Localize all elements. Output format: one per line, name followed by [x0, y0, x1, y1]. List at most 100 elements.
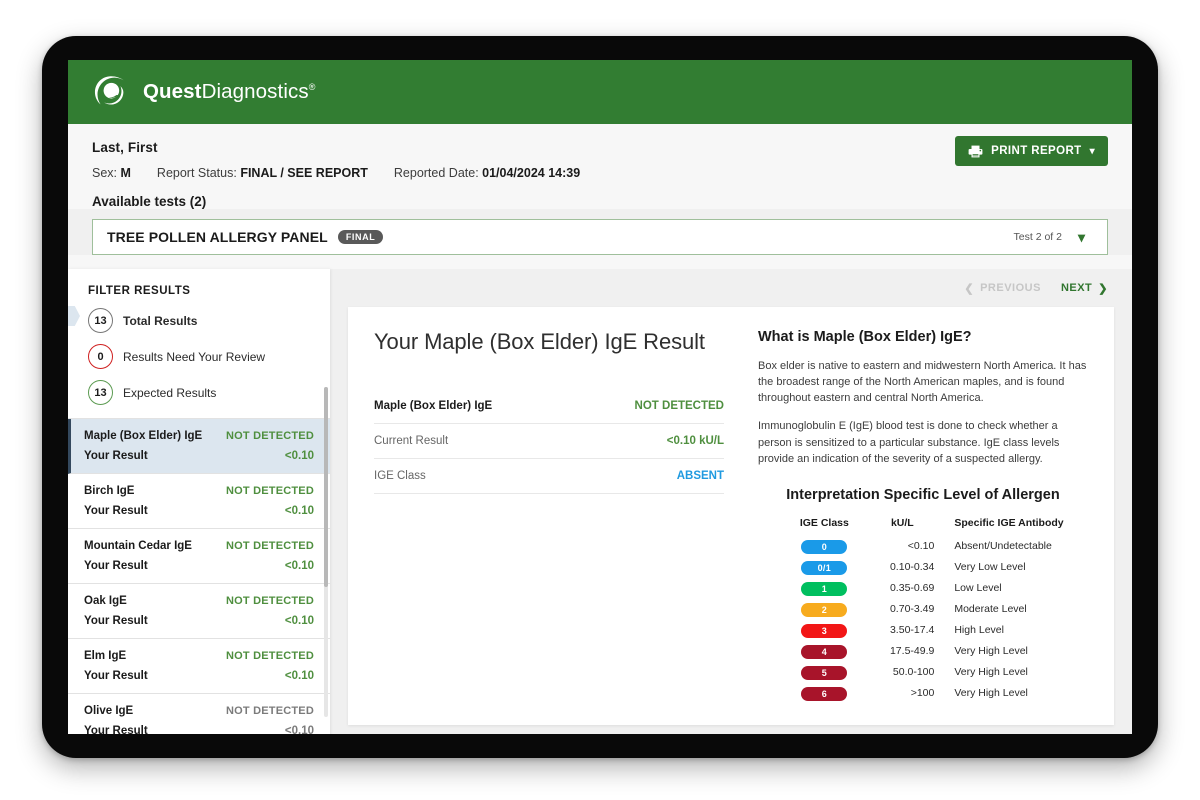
result-analyte-name: Oak IgE [84, 595, 127, 607]
result-summary-column: Your Maple (Box Elder) IgE Result Maple … [374, 329, 748, 725]
print-report-label: PRINT REPORT [991, 145, 1082, 157]
test-selector-right: Test 2 of 2 ▾ [1014, 229, 1093, 246]
table-header-row: IGE Class kU/L Specific IGE Antibody [782, 516, 1064, 536]
antibody-level-cell: Low Level [954, 582, 1002, 595]
antibody-level-cell: Very Low Level [954, 561, 1026, 574]
reported-date: Reported Date: 01/04/2024 14:39 [394, 166, 580, 180]
content-area: FILTER RESULTS 13 Total Results 0 Result… [68, 269, 1132, 734]
column-header-antibody: Specific IGE Antibody [954, 516, 1064, 529]
list-item[interactable]: Oak IgE NOT DETECTED Your Result <0.10 [68, 584, 330, 639]
spacer [68, 255, 1132, 269]
result-value: <0.10 [284, 725, 314, 734]
kul-range-cell: <0.10 [907, 540, 935, 553]
ige-class-cell: 5 [782, 662, 866, 683]
ige-class-pill: 0/1 [801, 561, 848, 575]
result-value: <0.10 [284, 505, 314, 517]
your-result-label: Your Result [84, 505, 148, 517]
sidebar-scrollbar-thumb[interactable] [324, 387, 328, 587]
result-value: <0.10 [284, 450, 314, 462]
list-item[interactable]: Olive IgE NOT DETECTED Your Result <0.10 [68, 694, 330, 734]
table-row: 3 3.50-17.4 High Level [782, 620, 1063, 641]
filter-count-badge: 13 [88, 308, 113, 333]
tablet-screen: QuestDiagnostics® Last, First Sex: M Rep… [68, 60, 1132, 734]
ige-class-cell: 3 [782, 620, 866, 641]
table-row: 1 0.35-0.69 Low Level [782, 578, 1063, 599]
column-header-kul: kU/L [890, 516, 914, 529]
result-analyte-name: Birch IgE [84, 485, 135, 497]
result-value-line: Your Result <0.10 [84, 560, 314, 572]
list-item[interactable]: Elm IgE NOT DETECTED Your Result <0.10 [68, 639, 330, 694]
result-detail-card: Your Maple (Box Elder) IgE Result Maple … [348, 307, 1114, 725]
result-value: <0.10 [284, 615, 314, 627]
detail-value: <0.10 kU/L [666, 435, 724, 447]
quest-swirl-logo-icon [94, 76, 124, 105]
list-item[interactable]: Birch IgE NOT DETECTED Your Result <0.10 [68, 474, 330, 529]
result-value: <0.10 [284, 560, 314, 572]
next-button[interactable]: NEXT ❯ [1061, 282, 1108, 295]
chevron-down-icon: ▾ [1089, 145, 1095, 157]
ige-class-pill: 1 [801, 582, 848, 596]
filter-row-expected-results[interactable]: 13 Expected Results [68, 380, 330, 405]
previous-label: PREVIOUS [980, 282, 1041, 294]
kul-range-cell: 3.50-17.4 [889, 624, 935, 637]
filter-label: Results Need Your Review [123, 349, 266, 364]
list-item[interactable]: Mountain Cedar IgE NOT DETECTED Your Res… [68, 529, 330, 584]
chevron-down-icon[interactable]: ▾ [1078, 229, 1085, 246]
result-header-line: Oak IgE NOT DETECTED [84, 595, 314, 607]
report-status: Report Status: FINAL / SEE REPORT [157, 166, 368, 180]
printer-icon [968, 145, 983, 158]
page-title: Your Maple (Box Elder) IgE Result [374, 329, 705, 354]
filter-results-title: FILTER RESULTS [88, 285, 191, 297]
test-selector-dropdown[interactable]: TREE POLLEN ALLERGY PANEL FINAL Test 2 o… [92, 219, 1108, 255]
result-value-line: Your Result <0.10 [84, 505, 314, 517]
ige-class-pill: 3 [801, 624, 848, 638]
result-value-line: Your Result <0.10 [84, 670, 314, 682]
ige-class-pill: 6 [801, 687, 848, 701]
result-flag: NOT DETECTED [226, 705, 314, 717]
test-selector-name: TREE POLLEN ALLERGY PANEL [107, 229, 328, 245]
table-row: 0/1 0.10-0.34 Very Low Level [782, 557, 1063, 578]
chevron-left-icon: ❮ [964, 282, 975, 295]
filter-row-needs-review[interactable]: 0 Results Need Your Review [68, 344, 330, 369]
interpretation-table: IGE Class kU/L Specific IGE Antibody 0 <0… [782, 516, 1064, 704]
result-analyte-name: Maple (Box Elder) IgE [84, 430, 203, 442]
result-value-line: Your Result <0.10 [84, 615, 314, 627]
available-tests-label: Available tests (2) [92, 194, 207, 209]
kul-range-cell: 50.0-100 [892, 666, 935, 679]
column-header-ige-class: IGE Class [799, 516, 849, 529]
tablet-device-frame: QuestDiagnostics® Last, First Sex: M Rep… [42, 36, 1158, 758]
brand-header: QuestDiagnostics® [68, 60, 1132, 124]
result-flag: NOT DETECTED [226, 650, 314, 662]
previous-button[interactable]: ❮ PREVIOUS [964, 282, 1041, 295]
interpretation-table-body: 0 <0.10 Absent/Undetectable 0/1 0.10-0.34 Ver… [782, 536, 1063, 704]
result-analyte-name: Olive IgE [84, 705, 134, 717]
filter-label: Total Results [123, 313, 198, 328]
table-row: 5 50.0-100 Very High Level [782, 662, 1063, 683]
ige-class-cell: 0/1 [782, 557, 866, 578]
list-item[interactable]: Maple (Box Elder) IgE NOT DETECTED Your … [68, 419, 330, 474]
table-row: 6 >100 Very High Level [782, 683, 1063, 704]
detail-row-ige-class: IGE Class ABSENT [374, 459, 724, 494]
ige-class-cell: 1 [782, 578, 866, 599]
filter-count-badge: 13 [88, 380, 113, 405]
detail-value: ABSENT [676, 470, 724, 482]
antibody-level-cell: Very High Level [954, 666, 1028, 679]
your-result-label: Your Result [84, 560, 148, 572]
your-result-label: Your Result [84, 725, 148, 734]
detail-label: Maple (Box Elder) IgE [374, 400, 493, 412]
info-heading: What is Maple (Box Elder) IgE? [758, 329, 972, 345]
result-flag: NOT DETECTED [226, 540, 314, 552]
results-list: Maple (Box Elder) IgE NOT DETECTED Your … [68, 418, 330, 734]
result-flag: NOT DETECTED [226, 485, 314, 497]
result-value-line: Your Result <0.10 [84, 725, 314, 734]
kul-range-cell: >100 [910, 687, 935, 700]
result-header-line: Olive IgE NOT DETECTED [84, 705, 314, 717]
result-header-line: Maple (Box Elder) IgE NOT DETECTED [84, 430, 314, 442]
ige-class-pill: 2 [801, 603, 848, 617]
print-report-button[interactable]: PRINT REPORT ▾ [955, 136, 1108, 166]
result-analyte-name: Mountain Cedar IgE [84, 540, 192, 552]
filter-row-total-results[interactable]: 13 Total Results [68, 308, 330, 333]
report-status-label: Report Status: [156, 166, 237, 180]
status-badge: FINAL [337, 229, 384, 245]
result-analyte-name: Elm IgE [84, 650, 127, 662]
